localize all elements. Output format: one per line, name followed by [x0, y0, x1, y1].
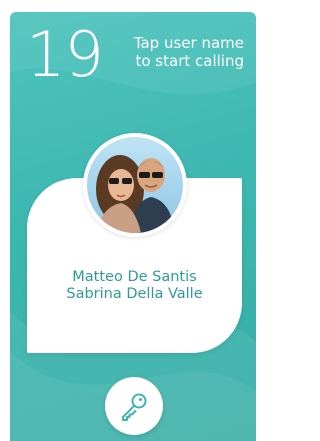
- user-name-line-2[interactable]: Sabrina Della Valle: [27, 286, 242, 303]
- key-button[interactable]: [105, 377, 163, 435]
- avatar[interactable]: [83, 133, 187, 237]
- user-name[interactable]: Matteo De Santis Sabrina Della Valle: [27, 269, 242, 303]
- instruction-line-2: to start calling: [135, 52, 244, 70]
- instruction-text: Tap user name to start calling: [104, 34, 244, 70]
- key-icon: [122, 393, 147, 421]
- instruction-line-1: Tap user name: [133, 34, 244, 52]
- couple-photo-icon: [87, 137, 183, 233]
- user-name-line-1[interactable]: Matteo De Santis: [27, 269, 242, 286]
- call-screen: 19 Tap user name to start calling Matteo…: [10, 12, 256, 441]
- call-count: 19: [26, 18, 104, 91]
